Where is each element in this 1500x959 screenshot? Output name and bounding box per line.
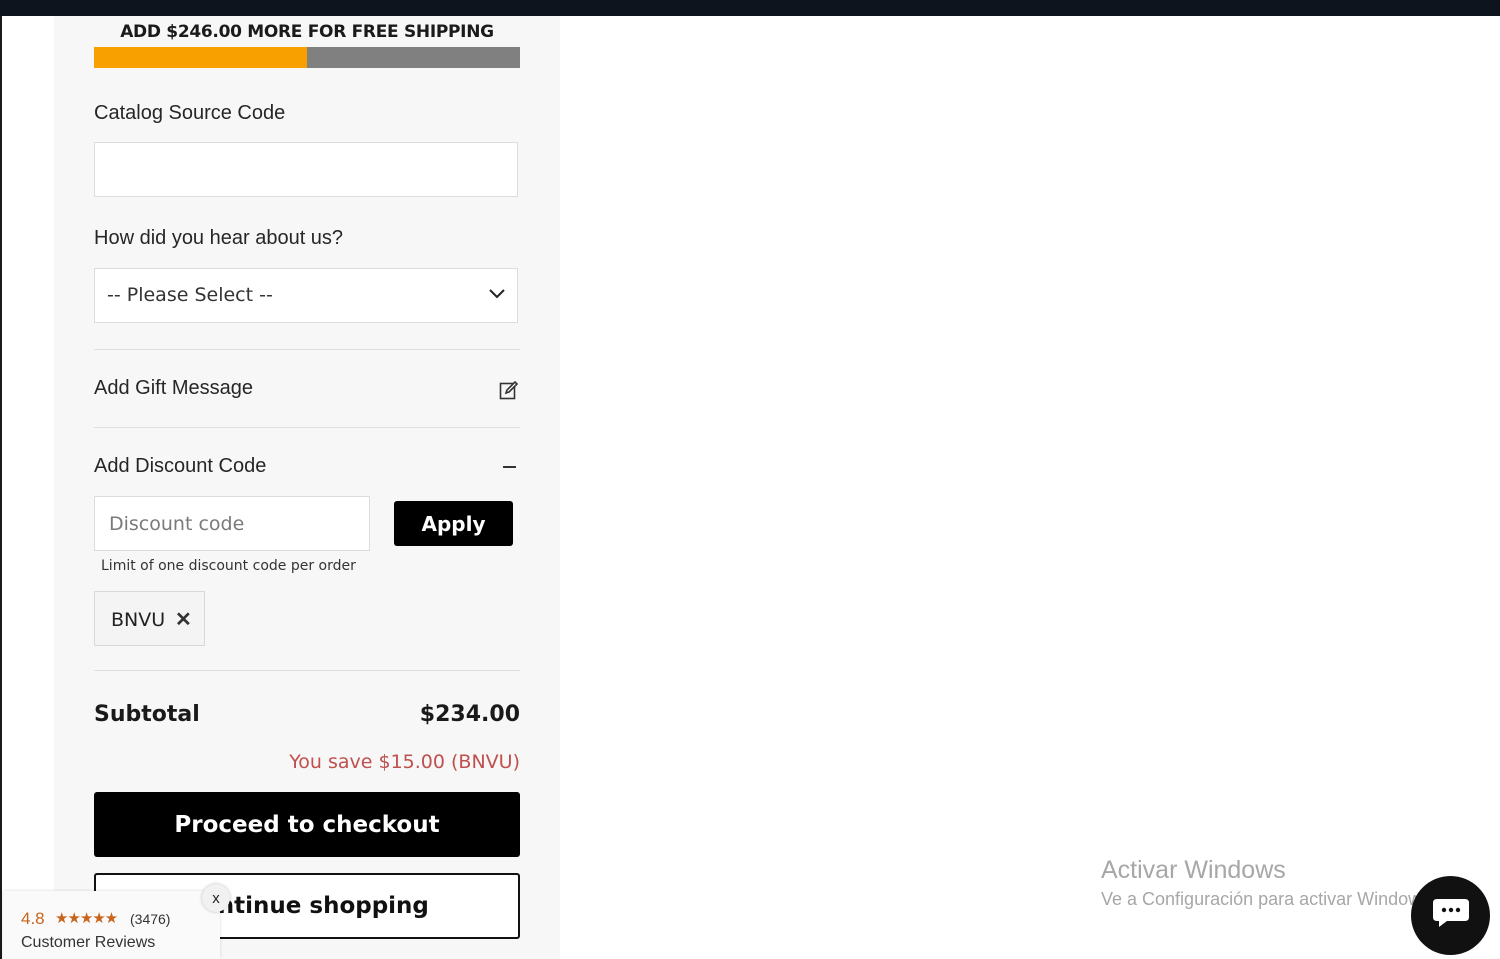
chat-bubble-icon [1431, 896, 1471, 935]
customer-reviews-widget[interactable]: 4.8 ★★★★★ (3476) Customer Reviews x [3, 884, 230, 959]
discount-limit-note: Limit of one discount code per order [101, 558, 356, 574]
applied-discount-chip: BNVU ✕ [94, 591, 205, 646]
catalog-source-code-input[interactable] [94, 142, 518, 197]
browser-taskbar-strip [0, 0, 1500, 16]
minus-icon[interactable] [503, 466, 516, 468]
proceed-to-checkout-button[interactable]: Proceed to checkout [94, 792, 520, 857]
chevron-down-icon [489, 286, 505, 304]
star-rating-icon: ★★★★★ [55, 910, 118, 927]
savings-text: You save $15.00 (BNVU) [289, 751, 520, 773]
edit-icon[interactable] [499, 380, 519, 405]
divider [94, 427, 520, 428]
applied-discount-code: BNVU [111, 609, 166, 631]
hear-about-us-selected: -- Please Select -- [107, 284, 273, 306]
apply-discount-button[interactable]: Apply [394, 501, 513, 546]
windows-activation-subtitle: Ve a Configuración para activar Windows. [1101, 889, 1436, 909]
divider [94, 349, 520, 350]
free-shipping-progress-bar [94, 47, 520, 68]
subtotal-value: $234.00 [419, 702, 520, 727]
add-gift-message-toggle[interactable]: Add Gift Message [94, 377, 253, 400]
catalog-source-code-label: Catalog Source Code [94, 102, 286, 124]
add-discount-code-toggle[interactable]: Add Discount Code [94, 455, 266, 478]
subtotal-label: Subtotal [94, 702, 200, 727]
chat-button[interactable] [1411, 876, 1490, 955]
discount-code-input[interactable]: Discount code [94, 496, 370, 551]
review-rating: 4.8 [21, 909, 45, 928]
remove-discount-icon[interactable]: ✕ [175, 607, 192, 632]
review-count: (3476) [130, 911, 171, 927]
windows-activation-title: Activar Windows [1101, 856, 1286, 884]
window-left-edge [0, 16, 2, 959]
hear-about-us-label: How did you hear about us? [94, 227, 344, 249]
close-reviews-widget-button[interactable]: x [202, 884, 230, 912]
customer-reviews-label: Customer Reviews [21, 934, 156, 951]
discount-code-placeholder: Discount code [109, 513, 245, 535]
free-shipping-progress-fill [94, 47, 307, 68]
divider [94, 670, 520, 671]
free-shipping-banner: ADD $246.00 MORE FOR FREE SHIPPING [120, 22, 494, 42]
hear-about-us-select[interactable]: -- Please Select -- [94, 268, 518, 323]
